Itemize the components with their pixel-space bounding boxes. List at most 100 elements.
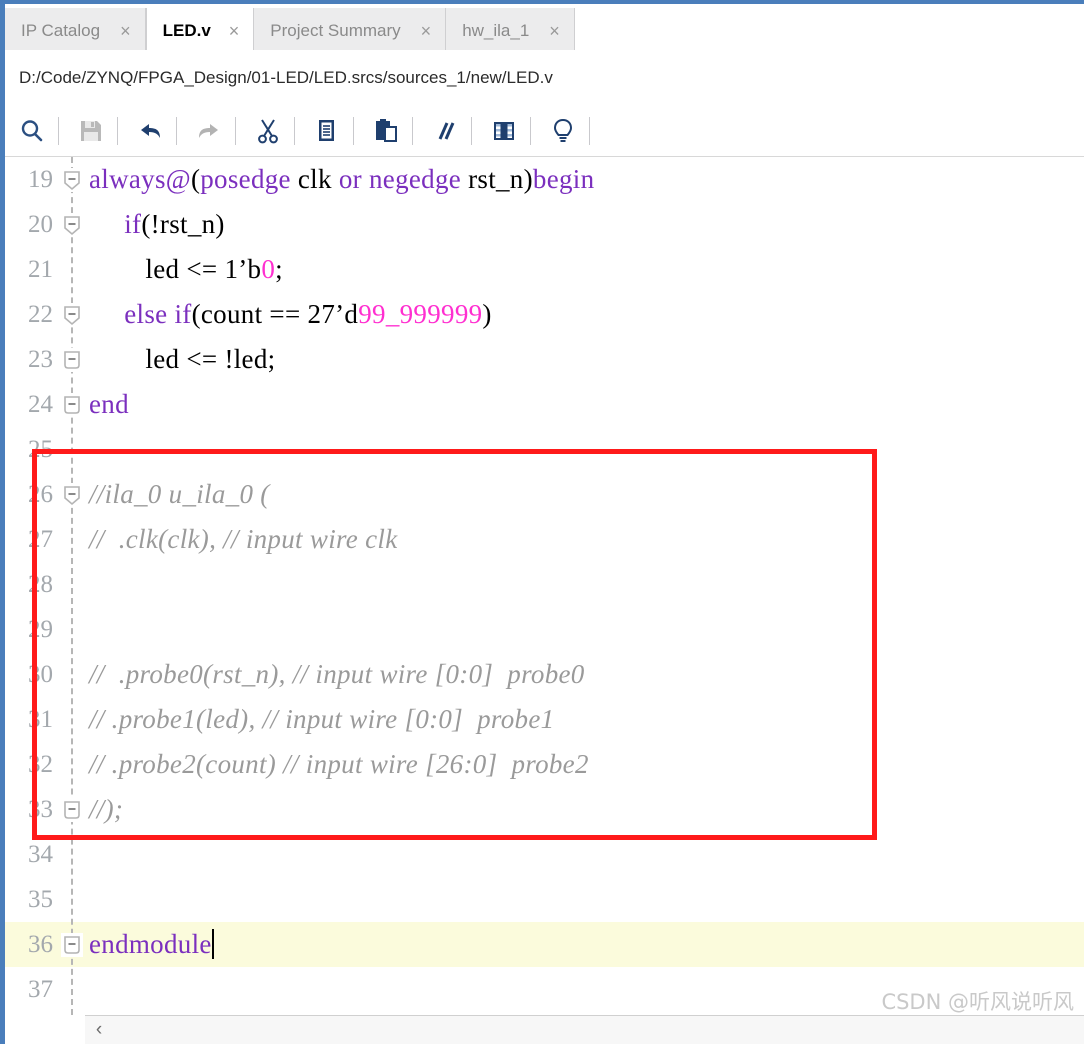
code-text: else if(count == 27’d99_999999)	[87, 299, 492, 330]
fold-block-start-icon[interactable]	[61, 167, 83, 192]
code-line[interactable]: 27 // .clk(clk), // input wire clk	[5, 517, 1084, 562]
fold-block-start-icon[interactable]	[61, 212, 83, 237]
code-line[interactable]: 23 led <= !led;	[5, 337, 1084, 382]
code-token: or	[338, 164, 362, 194]
code-editor-area[interactable]: 19 always@(posedge clk or negedge rst_n)b…	[5, 157, 1084, 1015]
save-icon[interactable]	[70, 110, 112, 152]
window-left-accent-strip	[0, 0, 5, 1044]
fold-block-start-icon[interactable]	[61, 482, 83, 507]
tab-close-icon[interactable]: ×	[421, 22, 432, 40]
code-line[interactable]: 19 always@(posedge clk or negedge rst_n)b…	[5, 157, 1084, 202]
tab-label: LED.v	[162, 21, 211, 40]
code-text: // .probe0(rst_n), // input wire [0:0] p…	[87, 659, 585, 690]
code-text: // .probe1(led), // input wire [0:0] pro…	[87, 704, 554, 735]
cut-icon[interactable]	[247, 110, 289, 152]
line-number: 19	[28, 165, 53, 193]
code-token: negedge	[368, 164, 462, 194]
fold-block-end-icon[interactable]	[61, 797, 83, 822]
paste-icon[interactable]	[365, 110, 407, 152]
code-text: led <= !led;	[87, 344, 275, 375]
code-token: 0	[261, 254, 276, 284]
toolbar-separator	[58, 116, 59, 145]
code-line[interactable]: 21 led <= 1’b0;	[5, 247, 1084, 292]
indent-guide-line	[71, 157, 73, 1015]
code-token: // .clk(clk), // input wire clk	[89, 524, 398, 554]
code-token: else	[124, 299, 168, 329]
copy-icon[interactable]	[306, 110, 348, 152]
line-number: 34	[28, 840, 53, 868]
fold-gutter-cell[interactable]	[57, 797, 87, 822]
code-token: if	[124, 209, 142, 239]
code-line[interactable]: 30 // .probe0(rst_n), // input wire [0:0]…	[5, 652, 1084, 697]
code-token: // .probe2(count) // input wire [26:0] p…	[89, 749, 589, 779]
editor-toolbar	[5, 105, 1084, 157]
code-line[interactable]: 28	[5, 562, 1084, 607]
fold-block-end-icon[interactable]	[61, 392, 83, 417]
code-line[interactable]: 29	[5, 607, 1084, 652]
code-lines[interactable]: 19 always@(posedge clk or negedge rst_n)b…	[5, 157, 1084, 1012]
code-line[interactable]: 34	[5, 832, 1084, 877]
line-number: 25	[28, 435, 53, 463]
code-token: // .probe1(led), // input wire [0:0] pro…	[89, 704, 555, 734]
code-text: //);	[87, 794, 123, 825]
tab-close-icon[interactable]: ×	[120, 22, 131, 40]
code-token: (!rst_n)	[141, 209, 225, 239]
toolbar-separator	[471, 116, 472, 145]
horizontal-scrollbar[interactable]: ‹	[85, 1015, 1084, 1044]
line-number: 29	[28, 615, 53, 643]
table-icon[interactable]	[483, 110, 525, 152]
tab-label: IP Catalog	[21, 21, 101, 40]
code-line[interactable]: 25	[5, 427, 1084, 472]
line-number: 30	[28, 660, 53, 688]
fold-block-end-icon[interactable]	[61, 932, 83, 957]
code-text: end	[87, 389, 129, 420]
code-line[interactable]: 33 //);	[5, 787, 1084, 832]
code-line[interactable]: 24 end	[5, 382, 1084, 427]
code-line[interactable]: 26 //ila_0 u_ila_0 (	[5, 472, 1084, 517]
code-line[interactable]: 31 // .probe1(led), // input wire [0:0] p…	[5, 697, 1084, 742]
code-text: if(!rst_n)	[87, 209, 225, 240]
code-line[interactable]: 36 endmodule	[5, 922, 1084, 967]
code-line[interactable]: 20 if(!rst_n)	[5, 202, 1084, 247]
fold-gutter-cell[interactable]	[57, 167, 87, 192]
fold-block-end-icon[interactable]	[61, 347, 83, 372]
tab-project-summary[interactable]: Project Summary ×	[254, 8, 447, 54]
line-number: 21	[28, 255, 53, 283]
find-icon[interactable]	[11, 110, 53, 152]
code-token: // .probe0(rst_n), // input wire [0:0] p…	[89, 659, 585, 689]
tab-ip-catalog[interactable]: IP Catalog ×	[5, 8, 146, 54]
code-line[interactable]: 32 // .probe2(count) // input wire [26:0]…	[5, 742, 1084, 787]
code-token: if	[174, 299, 192, 329]
text-cursor	[211, 929, 214, 959]
tab-led-v[interactable]: LED.v ×	[145, 8, 255, 54]
file-path-text: D:/Code/ZYNQ/FPGA_Design/01-LED/LED.srcs…	[19, 67, 553, 87]
code-line[interactable]: 22 else if(count == 27’d99_999999)	[5, 292, 1084, 337]
code-text: led <= 1’b0;	[87, 254, 283, 285]
fold-gutter-cell[interactable]	[57, 932, 87, 957]
undo-icon[interactable]	[129, 110, 171, 152]
code-token: 99_999999	[358, 299, 483, 329]
scroll-left-arrow-icon[interactable]: ‹	[85, 1016, 113, 1044]
fold-gutter-cell[interactable]	[57, 482, 87, 507]
fold-block-start-icon[interactable]	[61, 302, 83, 327]
code-line[interactable]: 35	[5, 877, 1084, 922]
fold-gutter-cell[interactable]	[57, 347, 87, 372]
code-token: )	[523, 164, 533, 194]
fold-gutter-cell[interactable]	[57, 392, 87, 417]
comment-icon[interactable]	[424, 110, 466, 152]
fold-gutter-cell[interactable]	[57, 212, 87, 237]
fold-gutter-cell[interactable]	[57, 302, 87, 327]
code-token: ;	[275, 254, 283, 284]
tab-close-icon[interactable]: ×	[229, 22, 240, 40]
code-text: endmodule	[87, 929, 214, 960]
line-number: 23	[28, 345, 53, 373]
toolbar-separator	[530, 116, 531, 145]
toolbar-separator	[412, 116, 413, 145]
tab-close-icon[interactable]: ×	[549, 22, 560, 40]
line-number: 28	[28, 570, 53, 598]
code-text: // .probe2(count) // input wire [26:0] p…	[87, 749, 589, 780]
code-token: begin	[532, 164, 595, 194]
bulb-icon[interactable]	[542, 110, 584, 152]
tab-hw-ila-1[interactable]: hw_ila_1 ×	[446, 8, 575, 54]
